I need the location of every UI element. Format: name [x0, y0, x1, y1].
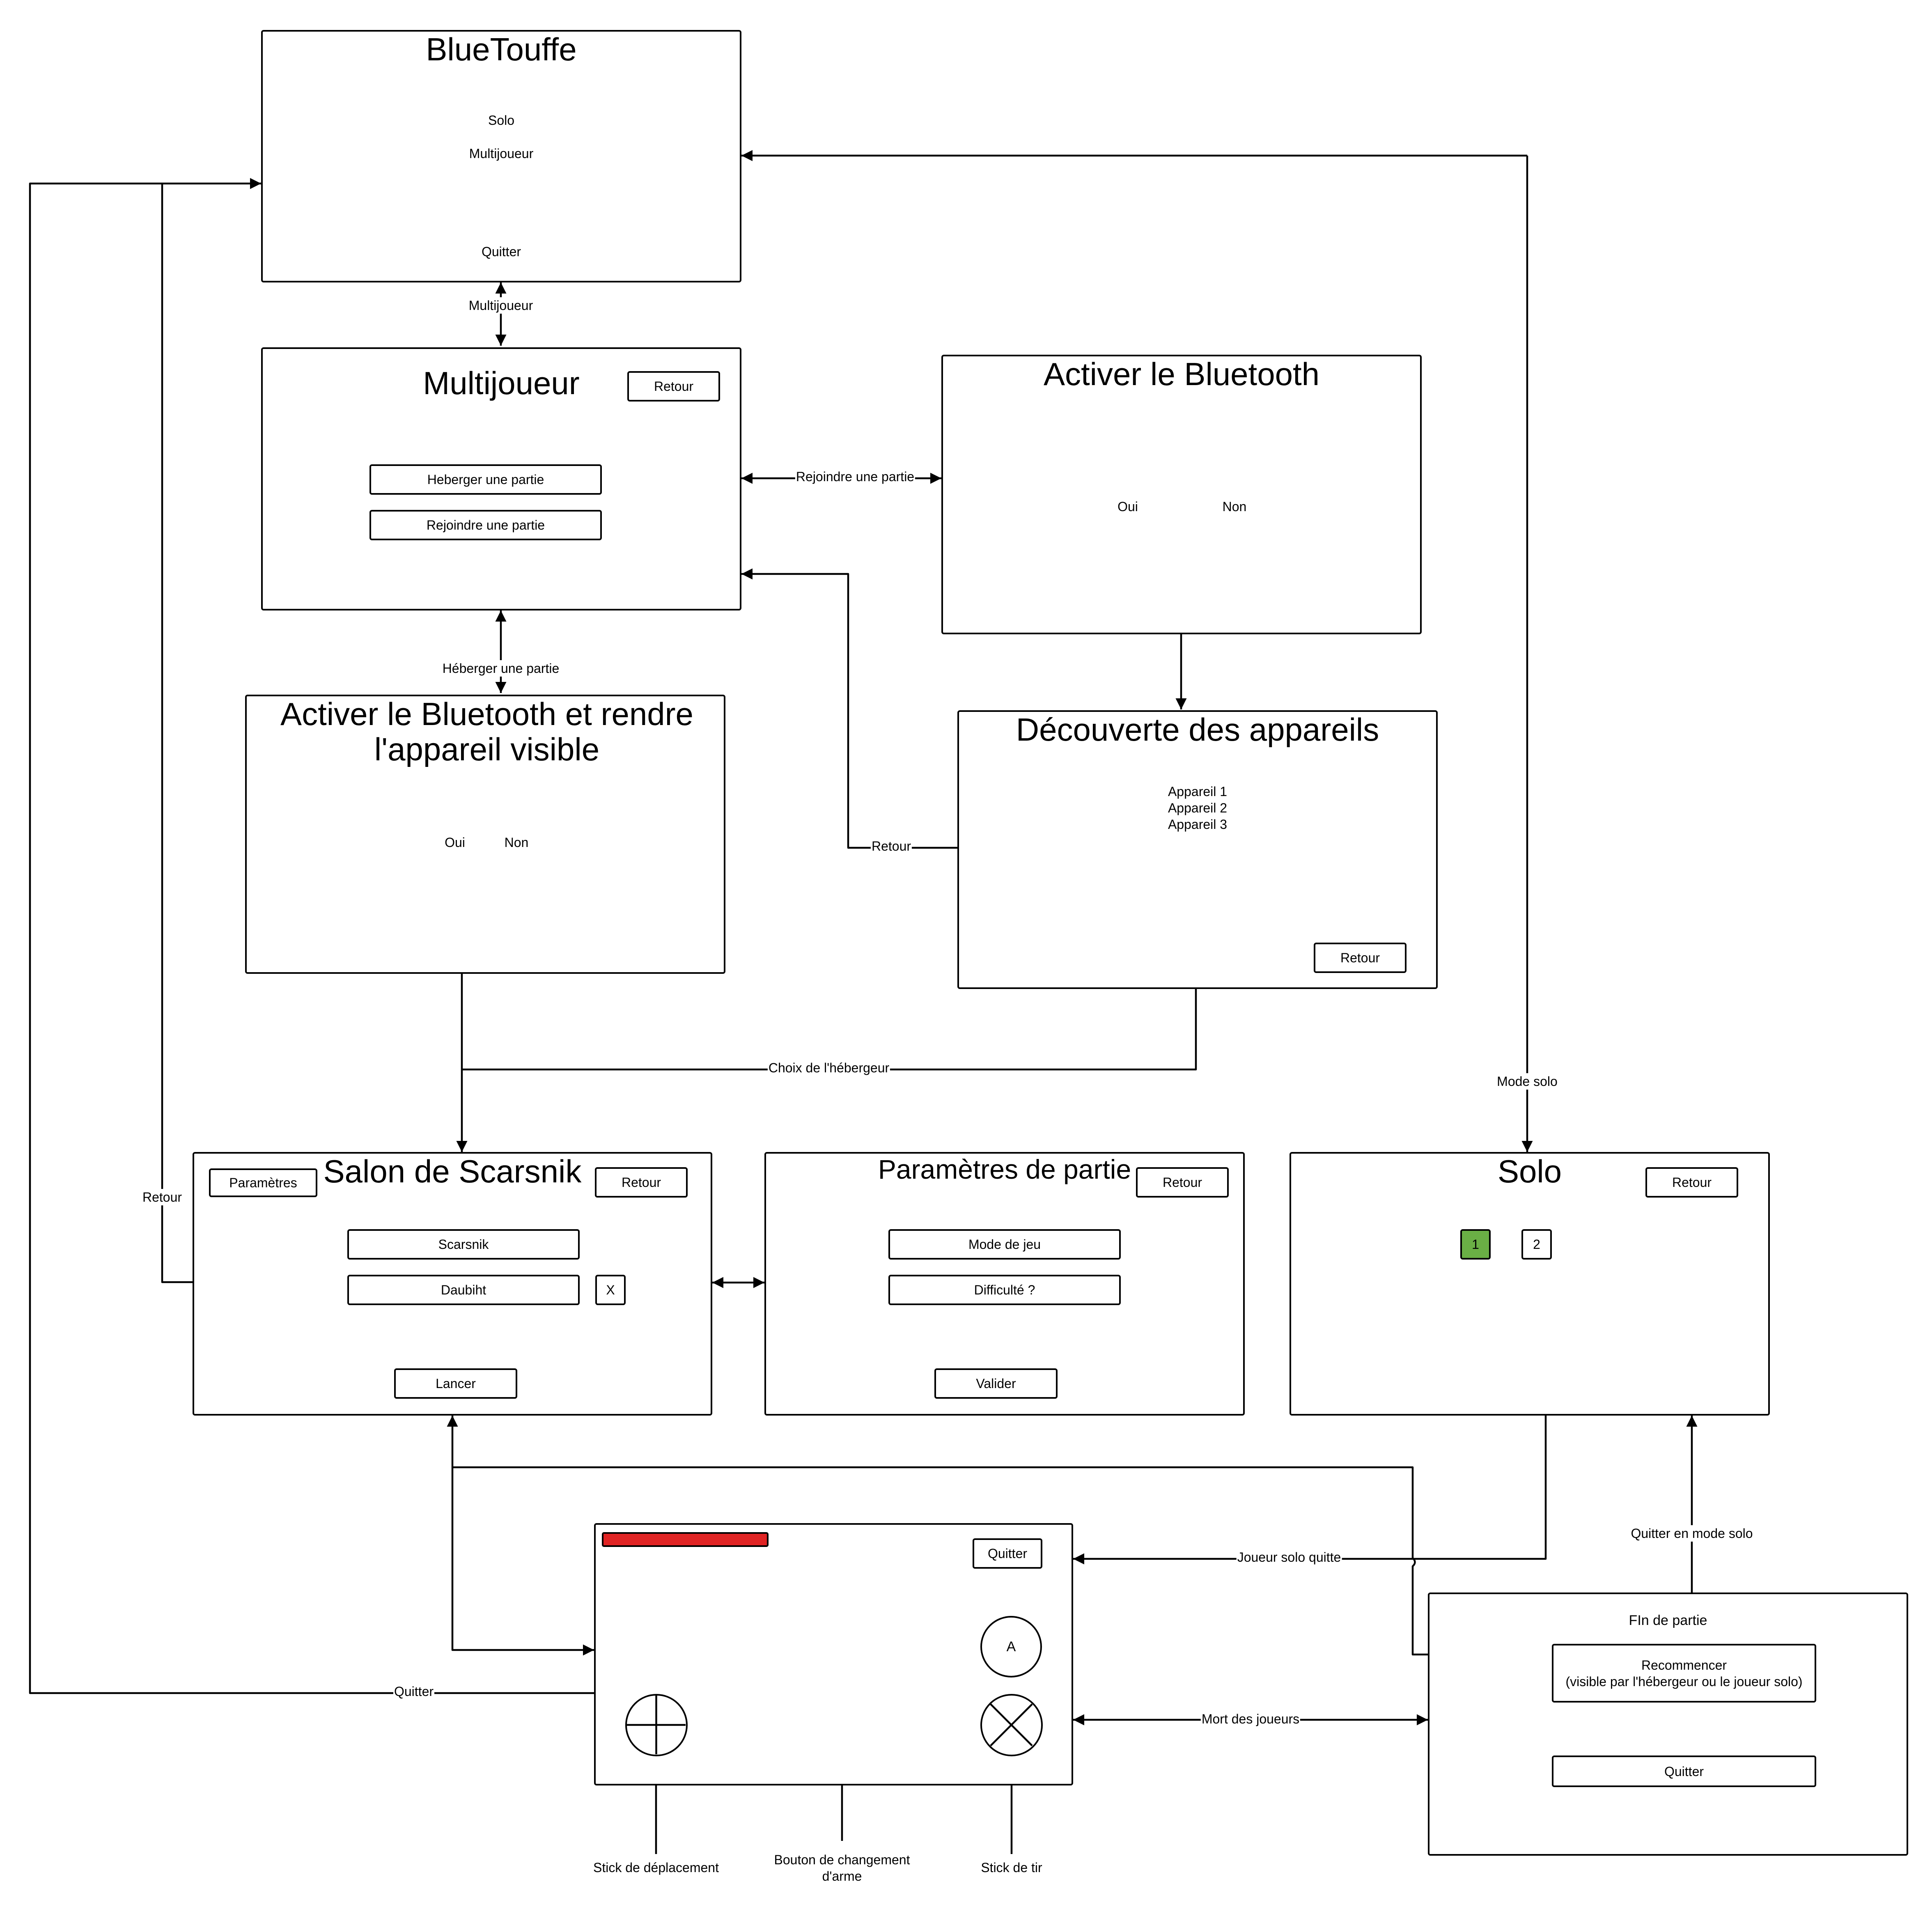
difficulty-button[interactable]: Difficulté ?: [888, 1275, 1121, 1305]
bluetooth-visible-title: Activer le Bluetooth et rendre l'apparei…: [280, 696, 693, 767]
player-slot: Scarsnik: [347, 1229, 580, 1260]
back-button[interactable]: Retour: [595, 1167, 688, 1198]
discovery-title: Découverte des appareils: [1016, 711, 1379, 748]
arrow-label-game-quit: Quitter: [393, 1683, 435, 1700]
game-screen: Quitter A: [594, 1523, 1073, 1785]
move-stick-annotation: Stick de déplacement: [593, 1860, 719, 1875]
move-stick-icon[interactable]: [625, 1694, 688, 1756]
game-mode-button[interactable]: Mode de jeu: [888, 1229, 1121, 1260]
device-discovery-screen: Découverte des appareils Appareil 1 Appa…: [957, 710, 1438, 989]
end-game-screen: FIn de partie Recommencer (visible par l…: [1428, 1593, 1908, 1856]
arrow-label-players-dead: Mort des joueurs: [1200, 1711, 1301, 1727]
device-item[interactable]: Appareil 1: [959, 783, 1436, 800]
bluetooth-join-screen: Activer le Bluetooth Oui Non: [941, 355, 1422, 634]
solo-menu-item[interactable]: Solo: [263, 112, 740, 129]
back-button[interactable]: Retour: [1136, 1167, 1229, 1198]
arrow-label-host-game: Héberger une partie: [441, 660, 560, 677]
launch-button[interactable]: Lancer: [394, 1368, 517, 1399]
fire-stick-annotation: Stick de tir: [981, 1860, 1042, 1875]
restart-visibility-note: (visible par l'hébergeur ou le joueur so…: [1565, 1674, 1803, 1689]
back-button[interactable]: Retour: [627, 371, 720, 402]
validate-button[interactable]: Valider: [934, 1368, 1058, 1399]
multiplayer-menu-item[interactable]: Multijoueur: [263, 145, 740, 162]
bluetooth-title: Activer le Bluetooth: [1043, 356, 1320, 392]
device-item[interactable]: Appareil 3: [959, 816, 1436, 833]
no-option[interactable]: Non: [496, 834, 537, 851]
restart-label: Recommencer: [1641, 1657, 1727, 1673]
level-slot-selected[interactable]: 1: [1460, 1229, 1491, 1260]
arrow-label-quit-solo: Quitter en mode solo: [1630, 1525, 1754, 1542]
weapon-switch-annotation: Bouton de changement d'arme: [774, 1852, 910, 1884]
quit-menu-item[interactable]: Quitter: [263, 243, 740, 260]
arrow-label-multiplayer: Multijoueur: [468, 297, 534, 314]
solo-screen: Solo Retour 1 2: [1290, 1152, 1770, 1416]
device-item[interactable]: Appareil 2: [959, 800, 1436, 816]
yes-option[interactable]: Oui: [1107, 498, 1148, 515]
multiplayer-screen: Multijoueur Retour Heberger une partie R…: [261, 347, 741, 610]
yes-option[interactable]: Oui: [434, 834, 475, 851]
player-slot: Daubiht: [347, 1275, 580, 1305]
game-settings-screen: Paramètres de partie Retour Mode de jeu …: [764, 1152, 1245, 1416]
quit-button[interactable]: Quitter: [1552, 1755, 1816, 1787]
join-game-button[interactable]: Rejoindre une partie: [369, 510, 602, 540]
end-game-title: FIn de partie: [1629, 1613, 1707, 1628]
home-title: BlueTouffe: [426, 31, 577, 67]
kick-player-button[interactable]: X: [595, 1275, 626, 1305]
level-slot[interactable]: 2: [1521, 1229, 1552, 1260]
a-button-label: A: [1006, 1638, 1016, 1655]
restart-button[interactable]: Recommencer (visible par l'hébergeur ou …: [1552, 1644, 1816, 1703]
arrow-label-discovery-back: Retour: [870, 838, 912, 854]
arrow-label-join-game: Rejoindre une partie: [795, 468, 916, 485]
host-game-button[interactable]: Heberger une partie: [369, 464, 602, 495]
arrow-label-solo-mode: Mode solo: [1496, 1073, 1558, 1090]
home-screen: BlueTouffe Solo Multijoueur Quitter: [261, 30, 741, 282]
weapon-switch-button[interactable]: A: [980, 1616, 1042, 1677]
health-bar: [602, 1532, 769, 1547]
lobby-screen: Salon de Scarsnik Paramètres Retour Scar…: [193, 1152, 712, 1416]
arrow-label-host-choice: Choix de l'hébergeur: [767, 1060, 890, 1076]
fire-stick-icon[interactable]: [980, 1694, 1043, 1756]
no-option[interactable]: Non: [1214, 498, 1255, 515]
settings-button[interactable]: Paramètres: [209, 1168, 317, 1197]
arrow-label-solo-quit: Joueur solo quitte: [1236, 1549, 1342, 1565]
back-button[interactable]: Retour: [1645, 1167, 1738, 1198]
back-button[interactable]: Retour: [1314, 943, 1407, 973]
arrow-label-lobby-back: Retour: [141, 1189, 183, 1205]
quit-button[interactable]: Quitter: [973, 1538, 1042, 1569]
bluetooth-host-screen: Activer le Bluetooth et rendre l'apparei…: [245, 695, 725, 974]
